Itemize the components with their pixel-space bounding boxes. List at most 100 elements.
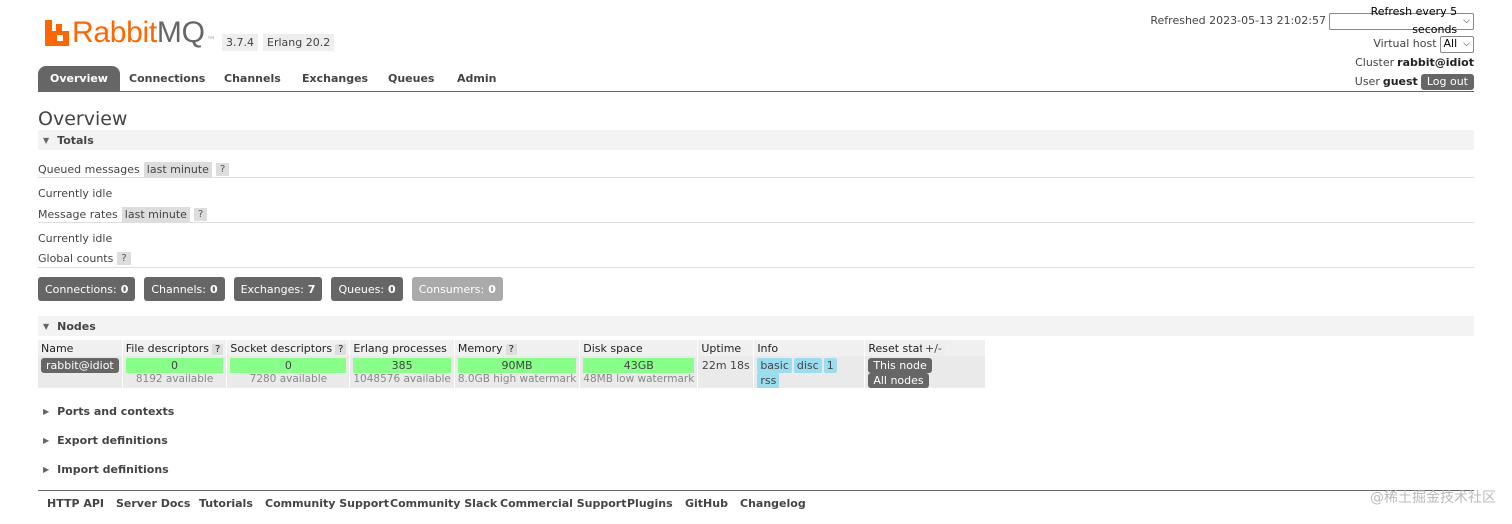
rates-range-select[interactable]: last minute [121, 207, 190, 222]
count-label: Connections: [45, 282, 117, 296]
info-tag: basic [757, 358, 792, 373]
column-header: Disk space [579, 340, 699, 356]
footer-link-changelog[interactable]: Changelog [740, 497, 806, 510]
socket-descriptors-cell: 0 7280 available [226, 356, 351, 388]
page-title: Overview [38, 108, 128, 130]
disk-space-bar: 43GB [583, 358, 695, 373]
global-counts-help-button[interactable]: ? [117, 252, 131, 265]
erlang-processes-bar: 385 [353, 358, 451, 373]
column-header: Name [38, 340, 123, 356]
ports-section-toggle[interactable]: ▶ Ports and contexts [38, 405, 174, 418]
export-section-toggle[interactable]: ▶ Export definitions [38, 434, 168, 447]
column-label: Erlang processes [353, 341, 447, 355]
erlang-processes-cell: 385 1048576 available [349, 356, 455, 388]
reset-this-node-button[interactable]: This node [868, 358, 932, 373]
memory-cell: 90MB 8.0GB high watermark [454, 356, 581, 388]
column-label: Reset stats [868, 341, 930, 355]
tab-overview[interactable]: Overview [38, 66, 120, 91]
info-cell: basic disc 1 rss [753, 356, 866, 388]
consumers-count-button[interactable]: Consumers: 0 [411, 277, 503, 301]
count-value: 0 [120, 282, 129, 296]
footer-link-tutorials[interactable]: Tutorials [199, 497, 253, 510]
info-tag: 1 [823, 358, 837, 373]
footer-link-server-docs[interactable]: Server Docs [116, 497, 190, 510]
footer-link-commercial-support[interactable]: Commercial Support [500, 497, 627, 510]
totals-heading: Totals [57, 133, 94, 147]
column-header: Socket descriptors? [226, 340, 351, 356]
tab-exchanges[interactable]: Exchanges [290, 66, 380, 91]
refresh-interval-select[interactable]: Refresh every 5 seconds ⌵ [1329, 5, 1474, 36]
global-counts: Connections: 0 Channels: 0 Exchanges: 7 Que… [38, 277, 503, 301]
socket-descriptors-bar: 0 [230, 358, 347, 373]
tab-connections[interactable]: Connections [117, 66, 217, 91]
divider [38, 177, 1474, 178]
memory-bar: 90MB [457, 358, 577, 373]
footer-link-plugins[interactable]: Plugins [627, 497, 673, 510]
socket-descriptors-available: 7280 available [249, 373, 328, 385]
footer-link-community-support[interactable]: Community Support [265, 497, 389, 510]
tab-channels[interactable]: Channels [212, 66, 293, 91]
footer-link-github[interactable]: GitHub [685, 497, 728, 510]
queued-range-select[interactable]: last minute [143, 162, 212, 177]
column-header: Erlang processes [349, 340, 455, 356]
exchanges-count-button[interactable]: Exchanges: 7 [233, 277, 323, 301]
help-button[interactable]: ? [505, 343, 517, 355]
queued-messages-label: Queued messages [38, 163, 140, 176]
rates-help-button[interactable]: ? [193, 208, 208, 221]
queued-messages-row: Queued messages last minute ? [38, 162, 230, 177]
footer: HTTP API Server Docs Tutorials Community… [38, 490, 1474, 520]
help-button[interactable]: ? [212, 343, 224, 355]
node-name-cell: rabbit@idiot [38, 356, 123, 388]
triangle-right-icon: ▶ [43, 407, 50, 416]
queues-count-button[interactable]: Queues: 0 [331, 277, 403, 301]
file-descriptors-bar: 0 [125, 358, 224, 373]
watermark: @稀土掘金技术社区 [1370, 490, 1496, 506]
column-label: Name [41, 341, 74, 355]
rabbitmq-logo: RabbitMQ ™ [45, 16, 216, 50]
erlang-processes-available: 1048576 available [353, 373, 451, 385]
column-label: Memory [457, 341, 503, 355]
column-label: Info [757, 341, 779, 355]
info-tag: rss [757, 373, 780, 388]
main-tabs: Overview Connections Channels Exchanges … [38, 66, 1474, 92]
tab-admin[interactable]: Admin [445, 66, 508, 91]
triangle-right-icon: ▶ [43, 436, 50, 445]
global-counts-label: Global counts [38, 252, 114, 265]
triangle-right-icon: ▶ [43, 465, 50, 474]
divider [38, 267, 1474, 268]
totals-section-toggle[interactable]: ▼ Totals [38, 130, 1474, 150]
column-toggle-button[interactable]: +/- [922, 341, 945, 356]
column-header: File descriptors? [122, 340, 228, 356]
nodes-heading: Nodes [57, 319, 96, 333]
tab-queues[interactable]: Queues [376, 66, 446, 91]
connections-count-button[interactable]: Connections: 0 [38, 277, 136, 301]
help-button[interactable]: ? [335, 343, 347, 355]
refreshed-timestamp: Refreshed 2023-05-13 21:02:57 [1150, 14, 1326, 27]
disk-watermark: 48MB low watermark [583, 373, 695, 385]
channels-count-button[interactable]: Channels: 0 [144, 277, 225, 301]
erlang-version-badge: Erlang 20.2 [263, 34, 335, 51]
column-label: Uptime [701, 341, 742, 355]
file-descriptors-available: 8192 available [135, 373, 214, 385]
count-label: Exchanges: [240, 282, 304, 296]
virtual-host-value: All [1443, 37, 1458, 50]
nodes-section-toggle[interactable]: ▼ Nodes [38, 316, 1474, 336]
count-value: 0 [488, 282, 496, 296]
info-tag: disc [793, 358, 822, 373]
disk-space-cell: 43GB 48MB low watermark [579, 356, 699, 388]
virtual-host-label: Virtual host [1373, 37, 1437, 50]
count-value: 0 [209, 282, 218, 296]
triangle-down-icon: ▼ [43, 321, 50, 331]
import-section-toggle[interactable]: ▶ Import definitions [38, 463, 169, 476]
virtual-host-select[interactable]: All ⌵ [1439, 35, 1474, 53]
queued-help-button[interactable]: ? [215, 163, 230, 176]
queued-idle-text: Currently idle [38, 187, 113, 200]
table-row: rabbit@idiot 0 8192 available 0 7280 ava… [38, 356, 987, 388]
reset-all-nodes-button[interactable]: All nodes [868, 373, 929, 388]
count-label: Consumers: [418, 282, 485, 296]
footer-link-http-api[interactable]: HTTP API [47, 497, 104, 510]
column-header: Memory? [454, 340, 581, 356]
footer-link-community-slack[interactable]: Community Slack [390, 497, 497, 510]
global-counts-row: Global counts ? [38, 252, 131, 265]
node-link[interactable]: rabbit@idiot [41, 358, 119, 373]
